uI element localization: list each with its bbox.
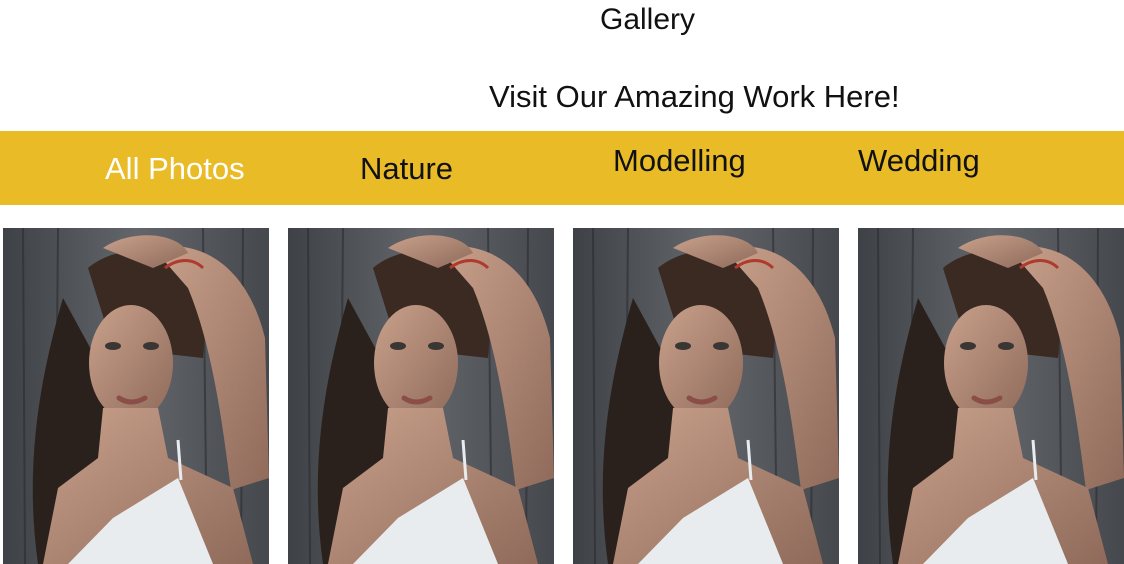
filter-modelling[interactable]: Modelling — [613, 143, 746, 179]
gallery-photo[interactable] — [288, 228, 554, 564]
gallery-photo[interactable] — [573, 228, 839, 564]
page-title: Gallery — [600, 3, 696, 36]
portrait-image — [288, 228, 554, 564]
filter-bar: All Photos Nature Modelling Wedding — [0, 131, 1124, 205]
filter-wedding[interactable]: Wedding — [858, 143, 980, 179]
portrait-image — [573, 228, 839, 564]
page-subtitle: Visit Our Amazing Work Here! — [489, 79, 900, 114]
filter-all-photos[interactable]: All Photos — [105, 151, 245, 187]
portrait-image — [3, 228, 269, 564]
gallery-photo[interactable] — [3, 228, 269, 564]
portrait-image — [858, 228, 1124, 564]
filter-nature[interactable]: Nature — [360, 151, 453, 187]
gallery-photo[interactable] — [858, 228, 1124, 564]
